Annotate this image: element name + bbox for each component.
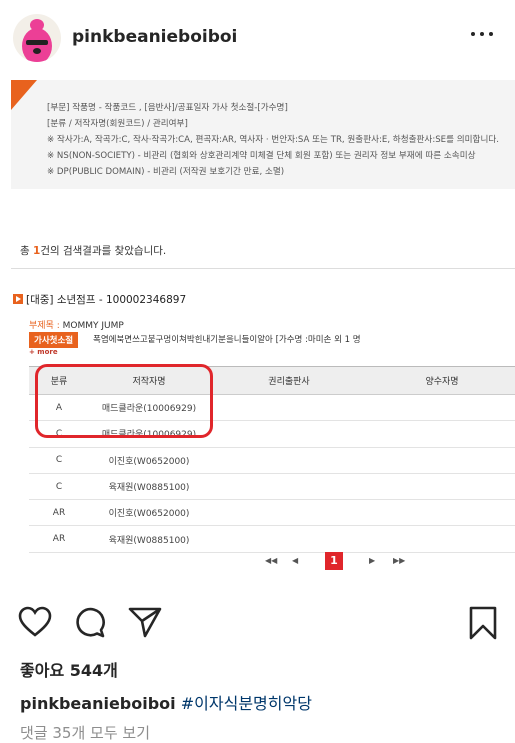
table-cell: 이진호(W0652000) — [89, 499, 209, 527]
highlight-circle — [35, 364, 213, 438]
header-username[interactable]: pinkbeanieboiboi — [72, 27, 237, 47]
table-cell — [209, 394, 369, 422]
corner-accent — [11, 80, 37, 110]
table-cell — [369, 499, 515, 527]
table-row: AR 이진호(W0652000) — [29, 499, 515, 527]
column-header: 양수자명 — [369, 366, 515, 395]
column-header: 권리출판사 — [209, 366, 369, 395]
table-cell — [209, 499, 369, 527]
table-row: AR 육재원(W0885100) — [29, 525, 515, 553]
table-cell: C — [29, 447, 89, 474]
arrow-bullet-icon — [13, 294, 23, 304]
table-cell: AR — [29, 525, 89, 553]
post-image: [부문] 작품명 - 작품코드 , [음반사]/공표일자 가사 첫소절-[가수명… — [0, 76, 515, 593]
table-cell: AR — [29, 499, 89, 527]
pink-beanie-avatar-icon — [22, 19, 52, 62]
table-cell — [369, 473, 515, 501]
avatar[interactable] — [13, 14, 61, 62]
lyric-text: 폭염에북면쓰고붙구멍이쳐박힌내기분을니들이알아 [가수명 :마미손 외 1 명 — [93, 335, 361, 345]
table-cell — [369, 525, 515, 553]
comment-icon[interactable] — [74, 606, 106, 638]
lyric-badge: 가사첫소절 — [29, 332, 79, 348]
table-cell — [209, 525, 369, 553]
legend-line: ※ NS(NON-SOCIETY) - 비관리 (협회와 상호관리계약 미체결 … — [47, 151, 476, 161]
legend-line: ※ 작사가:A, 작곡가:C, 작사·작곡가:CA, 편곡자:AR, 역사자 ·… — [47, 135, 500, 145]
table-row: C 육재원(W0885100) — [29, 473, 515, 501]
post-header: pinkbeanieboiboi — [0, 0, 515, 76]
first-page-button[interactable]: ◀◀ — [265, 556, 277, 565]
legend-line: [분류 / 저작자명(회원코드) / 관리여부] — [47, 119, 188, 129]
table-cell: C — [29, 473, 89, 501]
share-icon[interactable] — [128, 606, 162, 638]
result-suffix: 건의 검색결과를 찾았습니다. — [40, 245, 167, 257]
heart-icon[interactable] — [18, 606, 52, 638]
last-page-button[interactable]: ▶▶ — [393, 556, 405, 565]
caption: pinkbeanieboiboi #이자식분명히악당 — [20, 690, 312, 714]
table-cell — [369, 394, 515, 422]
table-cell: 육재원(W0885100) — [89, 473, 209, 501]
table-cell — [369, 447, 515, 474]
legend-line: [부문] 작품명 - 작품코드 , [음반사]/공표일자 가사 첫소절-[가수명… — [47, 103, 288, 113]
caption-hashtag[interactable]: #이자식분명히악당 — [181, 694, 312, 713]
next-page-button[interactable]: ▶ — [369, 556, 375, 565]
table-row: C 이진호(W0652000) — [29, 447, 515, 474]
table-cell: 이진호(W0652000) — [89, 447, 209, 474]
action-bar — [0, 606, 515, 642]
caption-username[interactable]: pinkbeanieboiboi — [20, 694, 176, 713]
table-cell: 육재원(W0885100) — [89, 525, 209, 553]
legend-box: [부문] 작품명 - 작품코드 , [음반사]/공표일자 가사 첫소절-[가수명… — [11, 80, 515, 189]
table-cell — [369, 420, 515, 448]
current-page[interactable]: 1 — [325, 552, 343, 570]
table-cell — [209, 473, 369, 501]
subtitle-label: 부제목 : — [29, 321, 63, 331]
legend-line: ※ DP(PUBLIC DOMAIN) - 비관리 (저작권 보호기간 만료, … — [47, 167, 285, 177]
subtitle-value: MOMMY JUMP — [62, 321, 124, 331]
more-options-icon[interactable] — [471, 28, 495, 40]
work-title[interactable]: [대중] 소년점프 - 100002346897 — [26, 292, 186, 307]
table-cell — [209, 447, 369, 474]
divider — [11, 268, 515, 269]
work-subtitle: 부제목 : MOMMY JUMP — [29, 318, 124, 331]
bookmark-icon[interactable] — [468, 606, 498, 640]
view-comments-link[interactable]: 댓글 35개 모두 보기 — [20, 722, 150, 743]
result-count: 총 1건의 검색결과를 찾았습니다. — [20, 243, 166, 258]
prev-page-button[interactable]: ◀ — [292, 556, 298, 565]
result-prefix: 총 — [20, 245, 33, 257]
like-count[interactable]: 좋아요 544개 — [20, 657, 118, 681]
more-link[interactable]: + more — [29, 348, 58, 356]
table-cell — [209, 420, 369, 448]
